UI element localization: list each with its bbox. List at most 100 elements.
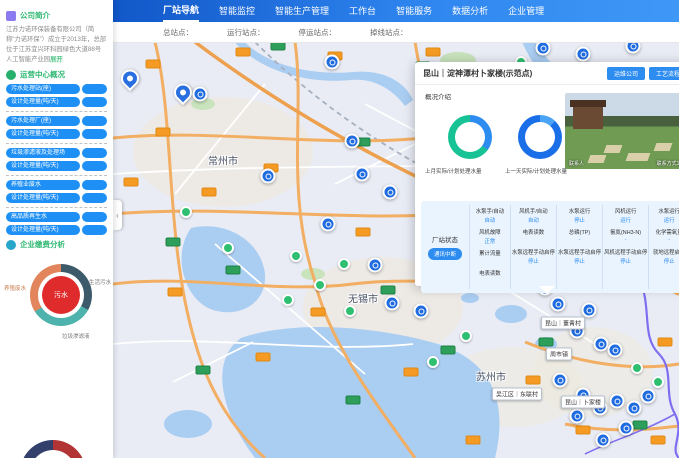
map-station-label-4[interactable]: 昆山｜卜家楼	[561, 396, 605, 409]
station-marker-blue[interactable]	[594, 337, 609, 352]
ops-stats: 污水处理站(座)设计处理量(吨/天)污水处理厂(座)设计处理量(吨/天)垃圾渗滤…	[6, 84, 107, 235]
station-marker-green[interactable]	[344, 305, 356, 317]
popup-body: 概况介绍 上月实际/计划处理水量 上一天实际/计划处理水量 联系人 联系方式18…	[415, 85, 679, 285]
station-marker-blue[interactable]	[321, 217, 336, 232]
station-marker-green[interactable]	[460, 330, 472, 342]
station-marker-blue[interactable]	[414, 304, 429, 319]
road-shield	[466, 436, 481, 445]
station-marker-blue[interactable]	[193, 87, 208, 102]
divider	[6, 111, 107, 112]
road-shield	[658, 338, 673, 347]
station-marker-green[interactable]	[631, 362, 643, 374]
nav-item-1[interactable]: 厂站导航	[163, 0, 199, 22]
station-marker-blue[interactable]	[368, 258, 383, 273]
station-marker-blue[interactable]	[325, 55, 340, 70]
station-marker-blue[interactable]	[345, 134, 360, 149]
station-marker-blue[interactable]	[551, 297, 566, 312]
secondary-donut-chart	[20, 440, 86, 458]
status-key: 氨氮(NH3-N)	[604, 228, 647, 236]
status-value	[471, 258, 509, 265]
station-marker-blue[interactable]	[576, 47, 591, 62]
station-marker-blue[interactable]	[619, 421, 634, 436]
comm-status-badge[interactable]: 通讯中断	[428, 248, 462, 260]
road-shield	[346, 396, 361, 405]
stat-row: 设计处理量(吨/天)	[6, 161, 107, 171]
road-shield	[156, 128, 171, 137]
stat-item-4: 掉线站点：	[370, 27, 408, 38]
status-cell: 风机手/自动自动	[512, 207, 555, 224]
stat-row: 污水处理站(座)	[6, 84, 107, 94]
stat-value-pill	[82, 212, 107, 222]
nav-item-5[interactable]: 智能服务	[396, 1, 432, 21]
status-key: 水泵手/自动	[471, 207, 509, 215]
ops-center-icon	[6, 70, 16, 80]
road-shield	[441, 346, 456, 355]
stat-label-pill: 设计处理量(吨/天)	[6, 129, 80, 139]
nav-item-2[interactable]: 智能监控	[219, 1, 255, 21]
station-marker-green[interactable]	[427, 356, 439, 368]
station-marker-blue[interactable]	[608, 343, 623, 358]
status-value: 正常	[471, 237, 509, 245]
station-marker-green[interactable]	[180, 206, 192, 218]
status-cell: 总磷(TP)-	[558, 228, 601, 244]
stat-label-pill: 污水处理厂(座)	[6, 116, 80, 126]
station-marker-blue[interactable]	[261, 169, 276, 184]
stat-value-pill	[82, 97, 107, 107]
divider	[6, 207, 107, 208]
station-marker-blue[interactable]	[627, 401, 642, 416]
popup-header: 昆山｜淀神潭村卜家楼(示范点) 运维公司工艺流程	[415, 62, 679, 85]
status-key: 水泵远程手动启停	[558, 248, 601, 256]
popup-title: 昆山｜淀神潭村卜家楼(示范点)	[423, 68, 603, 79]
road-shield	[202, 188, 217, 197]
station-marker-blue[interactable]	[553, 373, 568, 388]
map-station-label-3[interactable]: 吴江区｜东联村	[492, 388, 542, 401]
station-marker-green[interactable]	[652, 376, 664, 388]
nav-item-6[interactable]: 数据分析	[452, 1, 488, 21]
status-cell: 水泵运行运行	[650, 207, 679, 224]
stat-value-pill	[82, 148, 107, 158]
status-column-3: 水泵运行停止总磷(TP)-水泵远程手动启停停止	[556, 205, 602, 289]
station-marker-blue[interactable]	[596, 433, 611, 448]
station-marker-green[interactable]	[282, 294, 294, 306]
status-cell: 电表读数	[471, 269, 509, 285]
status-left: 厂站状态 通讯中断	[421, 205, 469, 289]
station-marker-blue[interactable]	[385, 296, 400, 311]
status-cell: 风机故障正常	[471, 228, 509, 245]
stat-row: 设计处理量(吨/天)	[6, 193, 107, 203]
sidebar-collapse-handle[interactable]: ‹	[113, 200, 122, 230]
stat-row: 设计处理量(吨/天)	[6, 129, 107, 139]
popup-section-label: 概况介绍	[425, 91, 451, 101]
donut-label-livestock: 养殖废水	[4, 284, 26, 292]
nav-menu: 厂站导航智能监控智能生产管理工作台智能服务数据分析企业管理	[163, 0, 544, 22]
station-photo: 联系人 联系方式187	[565, 93, 679, 169]
station-marker-green[interactable]	[290, 250, 302, 262]
daily-water-donut	[518, 115, 562, 159]
station-marker-green[interactable]	[338, 258, 350, 270]
ops-section-header: 运营中心概况	[6, 69, 107, 80]
road-shield	[166, 238, 181, 247]
expand-link[interactable]: 展开	[50, 56, 63, 63]
popup-button-2[interactable]: 工艺流程	[649, 67, 679, 80]
station-marker-green[interactable]	[222, 242, 234, 254]
nav-item-4[interactable]: 工作台	[349, 1, 376, 21]
status-value	[512, 237, 555, 244]
status-key: 风机远程手动启停	[604, 248, 647, 256]
map-canvas[interactable]: ‹ 昆山｜淀神潭村卜家楼(示范点) 运维公司工艺流程 概况介绍 上月实际/计划处…	[113, 42, 679, 458]
nav-item-7[interactable]: 企业管理	[508, 1, 544, 21]
station-marker-green[interactable]	[314, 279, 326, 291]
station-status-panel: 厂站状态 通讯中断 水泵手/自动自动风机故障正常累计流量电表读数风机手/自动自动…	[421, 201, 679, 293]
map-station-label-2[interactable]: 周市镇	[546, 348, 572, 361]
station-marker-blue[interactable]	[570, 409, 585, 424]
station-marker-blue[interactable]	[641, 389, 656, 404]
contact-person-caption: 联系人	[569, 160, 584, 167]
station-marker-blue[interactable]	[355, 167, 370, 182]
nav-item-3[interactable]: 智能生产管理	[275, 1, 329, 21]
map-station-label-1[interactable]: 昆山｜董青村	[541, 317, 585, 330]
station-marker-blue[interactable]	[582, 303, 597, 318]
station-marker-blue[interactable]	[383, 185, 398, 200]
road-shield	[236, 48, 251, 57]
popup-button-1[interactable]: 运维公司	[607, 67, 645, 80]
station-marker-blue[interactable]	[610, 394, 625, 409]
road-shield	[539, 338, 554, 347]
status-column-2: 风机手/自动自动电表读数水泵远程手动启停停止	[510, 205, 556, 289]
